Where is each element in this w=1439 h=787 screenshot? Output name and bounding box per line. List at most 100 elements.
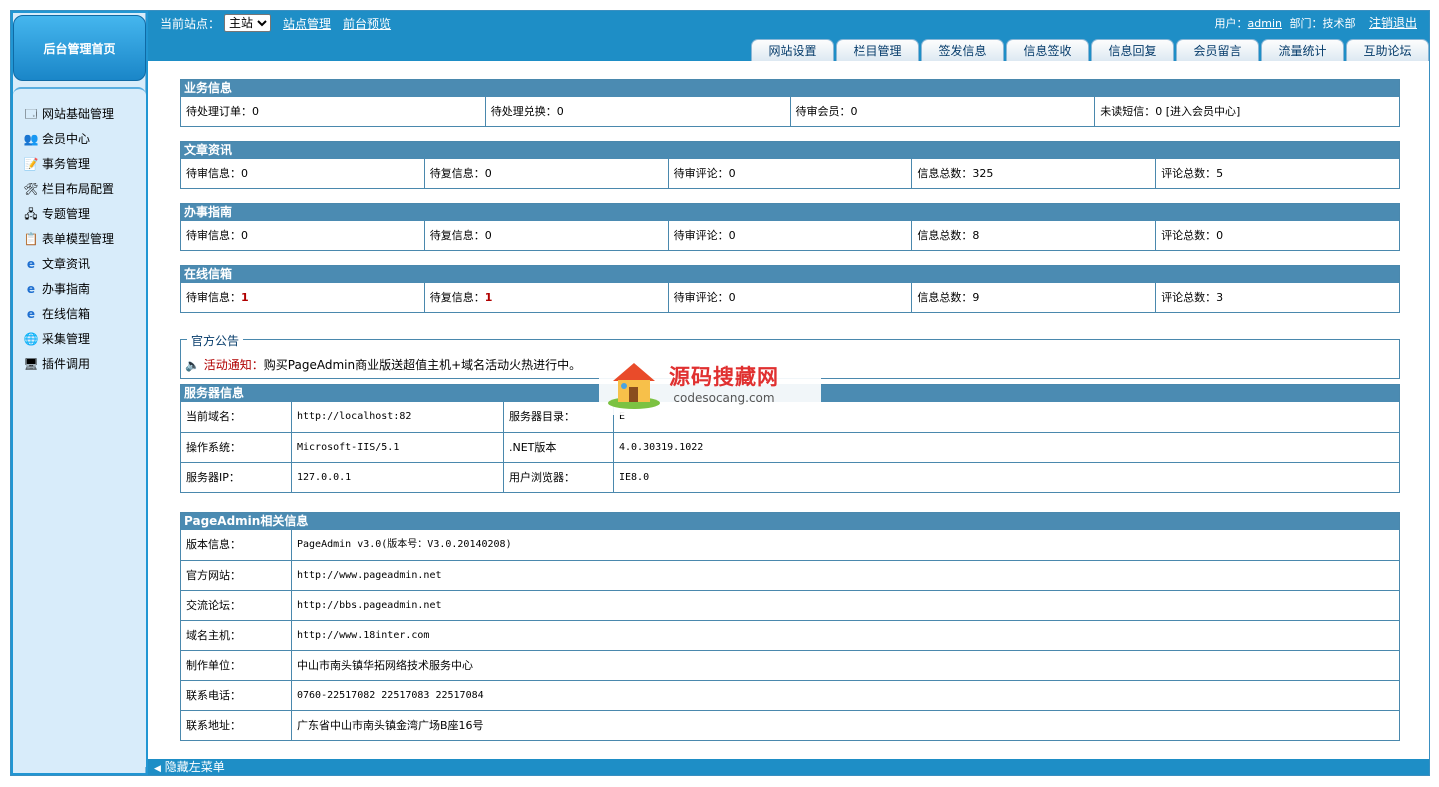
- computer-icon: 🖥: [23, 356, 39, 371]
- stat-cell: 待复信息：0: [423, 221, 668, 250]
- stat-highlight: 1: [241, 291, 249, 304]
- tools-icon: 🛠: [23, 181, 39, 196]
- table-row: 制作单位： 中山市南头镇华拓网络技术服务中心: [181, 650, 1399, 680]
- sidebar-item-label: 在线信箱: [42, 307, 91, 321]
- preview-link[interactable]: 前台预览: [343, 15, 391, 32]
- stat-label: 待审信息：: [186, 291, 241, 304]
- hide-menu-button[interactable]: ◀ 隐藏左菜单: [148, 759, 1429, 775]
- row-value: PageAdmin v3.0(版本号：V3.0.20140208): [291, 530, 1399, 560]
- dept-label: 部门：技术部: [1289, 17, 1356, 30]
- sidebar-item-site-basic[interactable]: 🗔 网站基础管理: [13, 101, 146, 126]
- row-label: 版本信息：: [186, 538, 241, 551]
- table-row: 官方网站： http://www.pageadmin.net: [181, 560, 1399, 590]
- net-label: .NET版本: [503, 433, 613, 462]
- pending-exchanges: 待处理兑换：0: [484, 97, 790, 126]
- sidebar-item-guide[interactable]: e 办事指南: [13, 276, 146, 301]
- site-select[interactable]: 主站: [224, 14, 272, 32]
- tab-column-manage[interactable]: 栏目管理: [836, 39, 919, 61]
- table-row: 版本信息： PageAdmin v3.0(版本号：V3.0.20140208): [181, 530, 1399, 560]
- panel-title: 业务信息: [181, 80, 1399, 97]
- sidebar-item-collect[interactable]: 🌐 采集管理: [13, 326, 146, 351]
- notice-body[interactable]: 购买PageAdmin商业版送超值主机+域名活动火热进行中。: [264, 358, 581, 372]
- ip-label: 服务器IP：: [186, 471, 240, 484]
- stat-cell: 待复信息：1: [423, 283, 668, 312]
- table-row: 待处理订单：0 待处理兑换：0 待审会员：0 未读短信：0 [进入会员中心]: [181, 97, 1399, 126]
- stat-cell: 待复信息：0: [423, 159, 668, 188]
- tasks-icon: 📝: [23, 156, 39, 171]
- row-label: 交流论坛：: [186, 599, 241, 612]
- dir-label: 服务器目录：: [503, 402, 613, 432]
- sidebar-item-tasks[interactable]: 📝 事务管理: [13, 151, 146, 176]
- top-bar: 当前站点： 主站 站点管理 前台预览 用户：admin 部门：技术部 注销退出 …: [148, 11, 1429, 61]
- stat-label: 待复信息：: [429, 291, 485, 304]
- stat-cell: 评论总数：0: [1155, 221, 1399, 250]
- tab-issue-info[interactable]: 签发信息: [921, 39, 1004, 61]
- os-value: Microsoft-IIS/5.1: [291, 433, 503, 462]
- row-label: 官方网站：: [186, 569, 241, 582]
- table-row: 待审信息：1 待复信息：1 待审评论：0 信息总数：9 评论总数：3: [181, 283, 1399, 312]
- row-value: http://bbs.pageadmin.net: [291, 591, 1399, 620]
- sidebar-item-forms[interactable]: 📋 表单模型管理: [13, 226, 146, 251]
- user-label: 用户：: [1214, 17, 1248, 30]
- tab-site-settings[interactable]: 网站设置: [751, 39, 834, 61]
- speaker-icon: 🔈: [185, 358, 200, 372]
- browser-value: IE8.0: [613, 463, 1399, 492]
- row-value: 中山市南头镇华拓网络技术服务中心: [291, 651, 1399, 680]
- row-label: 联系地址：: [186, 719, 241, 732]
- site-label: 当前站点：: [160, 16, 221, 31]
- tab-forum[interactable]: 互助论坛: [1346, 39, 1429, 61]
- stat-cell: 待审信息：0: [186, 167, 248, 180]
- panel-title: PageAdmin相关信息: [181, 513, 1399, 530]
- table-row: 待审信息：0 待复信息：0 待审评论：0 信息总数：8 评论总数：0: [181, 221, 1399, 250]
- sidebar-item-label: 会员中心: [42, 132, 91, 146]
- sidebar-item-articles[interactable]: e 文章资讯: [13, 251, 146, 276]
- os-label: 操作系统：: [186, 441, 241, 454]
- site-manage-link[interactable]: 站点管理: [283, 15, 331, 32]
- user-info: 用户：admin 部门：技术部 注销退出: [1215, 14, 1417, 31]
- notice-label: 活动通知：: [203, 358, 264, 372]
- logout-link[interactable]: 注销退出: [1369, 16, 1417, 30]
- unread-messages[interactable]: 未读短信：0 [进入会员中心]: [1094, 97, 1399, 126]
- sidebar-item-label: 表单模型管理: [42, 232, 115, 246]
- tab-traffic-stats[interactable]: 流量统计: [1261, 39, 1344, 61]
- sidebar-item-members[interactable]: 👥 会员中心: [13, 126, 146, 151]
- stat-cell: 待审评论：0: [667, 221, 912, 250]
- sidebar-inner: 后台管理首页 🗔 网站基础管理 👥 会员中心 📝 事务管理 🛠 栏目布局配置 🖧 专题管理…: [13, 13, 146, 773]
- tab-receive-info[interactable]: 信息签收: [1006, 39, 1089, 61]
- watermark-cn: 源码搜藏网: [669, 365, 779, 389]
- business-info-panel: 业务信息 待处理订单：0 待处理兑换：0 待审会员：0 未读短信：0 [进入会员…: [180, 79, 1400, 127]
- notice-text: 🔈 活动通知：购买PageAdmin商业版送超值主机+域名活动火热进行中。: [185, 356, 581, 373]
- row-label: 域名主机：: [186, 629, 241, 642]
- stat-cell: 待审信息：0: [186, 229, 248, 242]
- topics-icon: 🖧: [24, 206, 38, 221]
- admin-home-button[interactable]: 后台管理首页: [13, 15, 146, 81]
- sidebar-item-label: 栏目布局配置: [42, 182, 115, 196]
- stat-cell: 待审评论：0: [667, 283, 912, 312]
- user-link[interactable]: admin: [1248, 17, 1282, 30]
- mailbox-panel: 在线信箱 待审信息：1 待复信息：1 待审评论：0 信息总数：9 评论总数：3: [180, 265, 1400, 313]
- house-logo-icon: [608, 363, 660, 409]
- table-row: 交流论坛： http://bbs.pageadmin.net: [181, 590, 1399, 620]
- form-icon: 📋: [23, 231, 39, 246]
- ie-icon: e: [26, 281, 36, 296]
- watermark-text: 源码搜藏网 codesocang.com: [669, 361, 779, 405]
- tab-member-messages[interactable]: 会员留言: [1176, 39, 1259, 61]
- articles-panel: 文章资讯 待审信息：0 待复信息：0 待审评论：0 信息总数：325 评论总数：…: [180, 141, 1400, 189]
- stat-cell: 评论总数：5: [1155, 159, 1399, 188]
- site-icon: 🗔: [24, 106, 38, 121]
- tab-reply-info[interactable]: 信息回复: [1091, 39, 1174, 61]
- sidebar-item-layout[interactable]: 🛠 栏目布局配置: [13, 176, 146, 201]
- sidebar-menu: 🗔 网站基础管理 👥 会员中心 📝 事务管理 🛠 栏目布局配置 🖧 专题管理 📋 表单模型管…: [13, 87, 146, 767]
- top-tabs: 网站设置 栏目管理 签发信息 信息签收 信息回复 会员留言 流量统计 互助论坛: [751, 39, 1429, 61]
- row-label: 制作单位：: [186, 659, 241, 672]
- sidebar-item-label: 插件调用: [42, 357, 91, 371]
- browser-label: 用户浏览器：: [503, 463, 613, 492]
- sidebar-item-label: 专题管理: [42, 207, 91, 221]
- hide-menu-label: 隐藏左菜单: [164, 760, 225, 774]
- row-label: 联系电话：: [186, 689, 241, 702]
- sidebar-item-plugins[interactable]: 🖥 插件调用: [13, 351, 146, 376]
- sidebar-item-topics[interactable]: 🖧 专题管理: [13, 201, 146, 226]
- guide-panel: 办事指南 待审信息：0 待复信息：0 待审评论：0 信息总数：8 评论总数：0: [180, 203, 1400, 251]
- stat-cell: 信息总数：9: [911, 283, 1155, 312]
- sidebar-item-mailbox[interactable]: e 在线信箱: [13, 301, 146, 326]
